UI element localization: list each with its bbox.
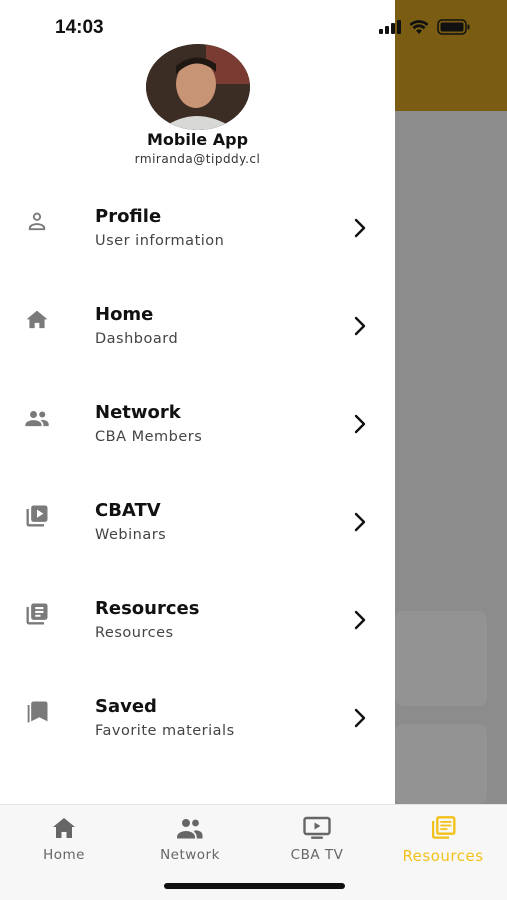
tab-label: Home xyxy=(43,847,85,863)
home-icon xyxy=(23,306,51,334)
menu-item-subtitle: User information xyxy=(95,233,225,249)
menu-item-title: Network xyxy=(95,402,181,423)
chevron-right-icon xyxy=(352,218,368,238)
video-library-icon xyxy=(23,502,51,530)
background-screen[interactable] xyxy=(395,0,507,804)
menu-item-title: Saved xyxy=(95,696,157,717)
menu-item-title: Resources xyxy=(95,598,200,619)
people-icon xyxy=(23,404,51,432)
status-time: 14:03 xyxy=(55,17,104,38)
menu-item-home[interactable]: Home Dashboard xyxy=(0,288,395,368)
battery-icon xyxy=(437,19,470,35)
bookmarks-icon xyxy=(23,698,51,726)
tv-icon xyxy=(302,815,332,841)
chevron-right-icon xyxy=(352,708,368,728)
people-icon xyxy=(175,815,205,841)
tab-resources[interactable]: Resources xyxy=(380,815,506,865)
menu-item-cbatv[interactable]: CBATV Webinars xyxy=(0,484,395,564)
tab-cba-tv[interactable]: CBA TV xyxy=(254,815,380,865)
navigation-drawer: Mobile App rmiranda@tipddy.cl Profile Us… xyxy=(0,0,395,804)
user-email: rmiranda@tipddy.cl xyxy=(134,152,261,166)
tab-home[interactable]: Home xyxy=(1,815,127,865)
status-bar: 14:03 xyxy=(0,0,507,56)
signal-icon xyxy=(379,20,401,34)
avatar[interactable] xyxy=(146,44,250,130)
chevron-right-icon xyxy=(352,414,368,434)
menu-item-subtitle: Favorite materials xyxy=(95,723,235,739)
home-icon xyxy=(49,815,79,841)
status-icons xyxy=(379,19,471,35)
background-card xyxy=(395,724,487,804)
background-card xyxy=(395,611,487,706)
chevron-right-icon xyxy=(352,316,368,336)
home-indicator[interactable] xyxy=(164,883,345,889)
menu-item-subtitle: Resources xyxy=(95,625,174,641)
menu-item-network[interactable]: Network CBA Members xyxy=(0,386,395,466)
documents-icon xyxy=(23,600,51,628)
tab-label: Network xyxy=(160,847,220,863)
menu-item-profile[interactable]: Profile User information xyxy=(0,190,395,270)
menu-item-title: Profile xyxy=(95,206,162,227)
tab-label: Resources xyxy=(402,847,484,865)
documents-icon xyxy=(428,815,458,841)
avatar-photo xyxy=(146,44,250,130)
menu-item-saved[interactable]: Saved Favorite materials xyxy=(0,680,395,760)
menu-item-resources[interactable]: Resources Resources xyxy=(0,582,395,662)
user-name: Mobile App xyxy=(146,130,249,149)
chevron-right-icon xyxy=(352,512,368,532)
menu-item-subtitle: CBA Members xyxy=(95,429,203,445)
wifi-icon xyxy=(409,19,429,34)
tab-label: CBA TV xyxy=(290,847,344,863)
menu-item-title: Home xyxy=(95,304,154,325)
person-icon xyxy=(23,208,51,236)
menu-item-subtitle: Dashboard xyxy=(95,331,179,347)
chevron-right-icon xyxy=(352,610,368,630)
menu-item-title: CBATV xyxy=(95,500,161,521)
tab-network[interactable]: Network xyxy=(127,815,253,865)
menu-item-subtitle: Webinars xyxy=(95,527,167,543)
